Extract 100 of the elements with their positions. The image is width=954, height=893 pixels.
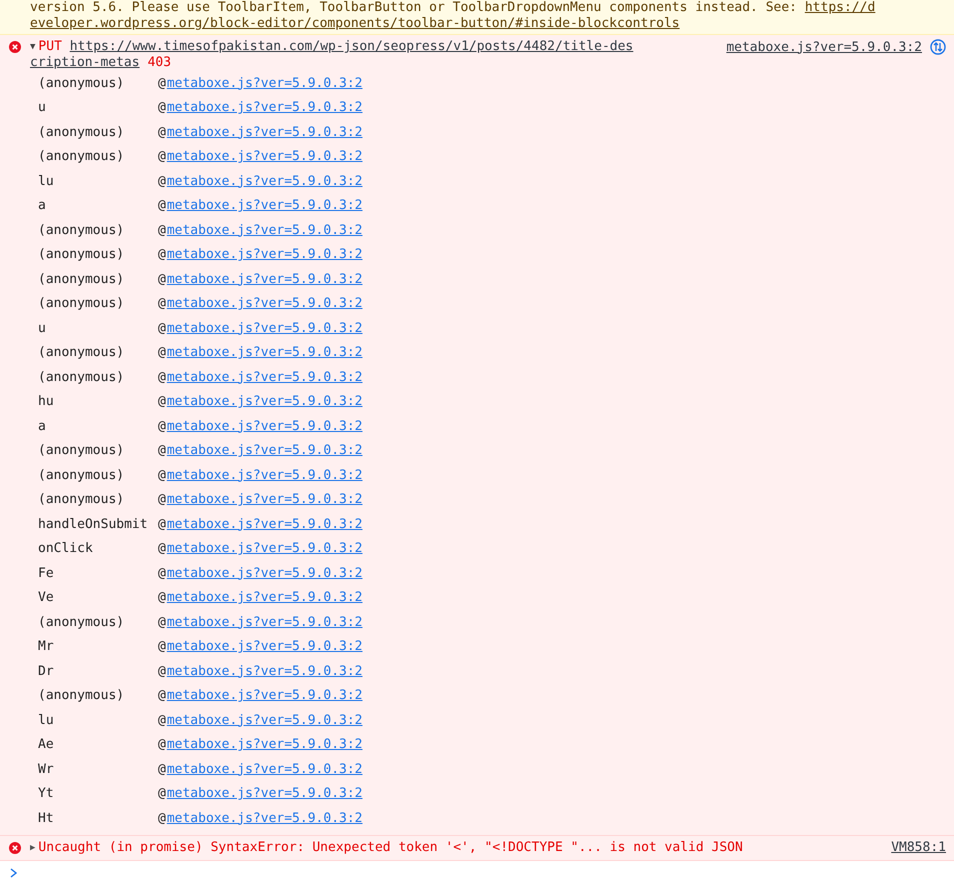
stack-source-link[interactable]: metaboxe.js?ver=5.9.0.3:2 — [166, 394, 362, 410]
stack-source-link[interactable]: metaboxe.js?ver=5.9.0.3:2 — [166, 468, 362, 483]
stack-source-link[interactable]: metaboxe.js?ver=5.9.0.3:2 — [166, 296, 362, 312]
function-name: (anonymous) — [38, 272, 126, 287]
warning-message: version 5.6. Please use ToolbarItem, ToolbarButton or ToolbarDropdownMenu components instead. See: — [30, 0, 798, 16]
at-sign: @ — [158, 76, 166, 91]
function-name: (anonymous) — [38, 688, 126, 704]
function-name: (anonymous) — [38, 614, 126, 630]
at-sign: @ — [158, 614, 166, 630]
at-sign: @ — [158, 566, 166, 581]
function-name: Mr — [38, 639, 55, 654]
at-sign: @ — [158, 272, 166, 287]
at-sign: @ — [158, 394, 166, 410]
stack-source-link[interactable]: metaboxe.js?ver=5.9.0.3:2 — [166, 786, 362, 802]
request-url-link[interactable]: https://www.timesofpakistan.com/wp-json/seopress/v1/posts/4482/title-des — [70, 39, 634, 55]
function-name: Dr — [38, 664, 55, 679]
function-name: Ht — [38, 810, 55, 826]
at-sign: @ — [158, 762, 166, 777]
at-sign: @ — [158, 198, 166, 214]
stack-source-link[interactable]: metaboxe.js?ver=5.9.0.3:2 — [166, 76, 362, 91]
source-link[interactable]: metaboxe.js?ver=5.9.0.3:2 — [726, 40, 922, 54]
function-name: (anonymous) — [38, 370, 126, 385]
at-sign: @ — [158, 639, 166, 654]
at-sign: @ — [158, 320, 166, 336]
source-link[interactable]: VM858:1 — [891, 840, 946, 854]
at-sign: @ — [158, 443, 166, 458]
at-sign: @ — [158, 247, 166, 262]
at-sign: @ — [158, 590, 166, 606]
stack-source-link[interactable]: metaboxe.js?ver=5.9.0.3:2 — [166, 222, 362, 238]
function-name: (anonymous) — [38, 124, 126, 140]
stack-source-link[interactable]: metaboxe.js?ver=5.9.0.3:2 — [166, 737, 362, 752]
status-code: 403 — [148, 55, 172, 71]
stack-source-link[interactable]: metaboxe.js?ver=5.9.0.3:2 — [166, 762, 362, 777]
collapsed-triangle-icon[interactable]: ▶ — [30, 840, 36, 856]
stack-source-link[interactable]: metaboxe.js?ver=5.9.0.3:2 — [166, 272, 362, 287]
stack-source-link[interactable]: metaboxe.js?ver=5.9.0.3:2 — [166, 149, 362, 164]
expanded-triangle-icon[interactable]: ▼ — [30, 39, 36, 55]
function-name: u — [38, 320, 47, 336]
docs-link[interactable]: eveloper.wordpress.org/block-editor/components/toolbar-button/#inside-blockcontrols — [30, 16, 680, 32]
function-name: (anonymous) — [38, 443, 126, 458]
stack-source-link[interactable]: metaboxe.js?ver=5.9.0.3:2 — [166, 492, 362, 508]
stack-source-link[interactable]: metaboxe.js?ver=5.9.0.3:2 — [166, 247, 362, 262]
network-icon[interactable] — [930, 39, 946, 55]
at-sign: @ — [158, 810, 166, 826]
function-name: a — [38, 198, 47, 214]
stack-source-link[interactable]: metaboxe.js?ver=5.9.0.3:2 — [166, 516, 362, 532]
at-sign: @ — [158, 174, 166, 189]
at-sign: @ — [158, 712, 166, 728]
function-name: hu — [38, 394, 55, 410]
function-name: lu — [38, 712, 55, 728]
error-icon — [9, 842, 21, 854]
stack-source-link[interactable]: metaboxe.js?ver=5.9.0.3:2 — [166, 614, 362, 630]
at-sign: @ — [158, 345, 166, 360]
at-sign: @ — [158, 124, 166, 140]
stack-source-link[interactable]: metaboxe.js?ver=5.9.0.3:2 — [166, 198, 362, 214]
function-name: handleOnSubmit — [38, 516, 149, 532]
stack-source-link[interactable]: metaboxe.js?ver=5.9.0.3:2 — [166, 566, 362, 581]
function-name: (anonymous) — [38, 296, 126, 312]
stack-source-link[interactable]: metaboxe.js?ver=5.9.0.3:2 — [166, 590, 362, 606]
at-sign: @ — [158, 370, 166, 385]
stack-source-link[interactable]: metaboxe.js?ver=5.9.0.3:2 — [166, 124, 362, 140]
function-name: onClick — [38, 541, 94, 556]
stack-source-link[interactable]: metaboxe.js?ver=5.9.0.3:2 — [166, 688, 362, 704]
stack-source-link[interactable]: metaboxe.js?ver=5.9.0.3:2 — [166, 418, 362, 434]
stack-source-link[interactable]: metaboxe.js?ver=5.9.0.3:2 — [166, 174, 362, 189]
stack-source-link[interactable]: metaboxe.js?ver=5.9.0.3:2 — [166, 345, 362, 360]
error-message: Uncaught (in promise) SyntaxError: Unexpected token '<', "<!DOCTYPE "... is not valid JSON — [38, 840, 743, 856]
stack-source-link[interactable]: metaboxe.js?ver=5.9.0.3:2 — [166, 712, 362, 728]
at-sign: @ — [158, 737, 166, 752]
at-sign: @ — [158, 786, 166, 802]
stack-source-link[interactable]: metaboxe.js?ver=5.9.0.3:2 — [166, 541, 362, 556]
stack-source-link[interactable]: metaboxe.js?ver=5.9.0.3:2 — [166, 370, 362, 385]
function-name: Ae — [38, 737, 55, 752]
at-sign: @ — [158, 418, 166, 434]
function-name: a — [38, 418, 47, 434]
stack-source-link[interactable]: metaboxe.js?ver=5.9.0.3:2 — [166, 664, 362, 679]
error-icon — [9, 41, 21, 53]
stack-source-link[interactable]: metaboxe.js?ver=5.9.0.3:2 — [166, 100, 362, 116]
function-name: (anonymous) — [38, 468, 126, 483]
stack-source-link[interactable]: metaboxe.js?ver=5.9.0.3:2 — [166, 320, 362, 336]
function-name: (anonymous) — [38, 76, 126, 91]
function-name: Wr — [38, 762, 55, 777]
stack-source-link[interactable]: metaboxe.js?ver=5.9.0.3:2 — [166, 639, 362, 654]
stack-source-link[interactable]: metaboxe.js?ver=5.9.0.3:2 — [166, 810, 362, 826]
function-name: Ve — [38, 590, 55, 606]
request-url-link[interactable]: cription-metas — [30, 55, 140, 71]
request-method: PUT — [38, 39, 63, 55]
at-sign: @ — [158, 541, 166, 556]
docs-link[interactable]: https://d — [804, 0, 876, 16]
stack-source-link[interactable]: metaboxe.js?ver=5.9.0.3:2 — [166, 443, 362, 458]
at-sign: @ — [158, 664, 166, 679]
at-sign: @ — [158, 100, 166, 116]
at-sign: @ — [158, 149, 166, 164]
function-name: (anonymous) — [38, 149, 126, 164]
function-name: (anonymous) — [38, 492, 126, 508]
at-sign: @ — [158, 516, 166, 532]
function-name: (anonymous) — [38, 247, 126, 262]
function-name: u — [38, 100, 47, 116]
function-name: (anonymous) — [38, 222, 126, 238]
at-sign: @ — [158, 468, 166, 483]
